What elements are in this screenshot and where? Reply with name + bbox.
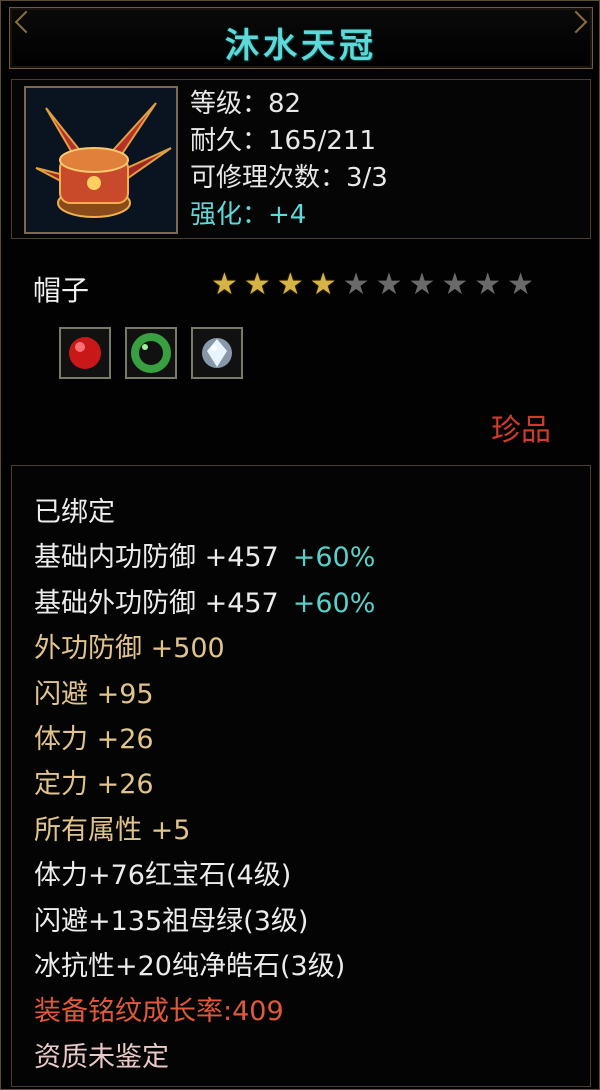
gem-slots <box>59 327 243 379</box>
title-bar: 沐水天冠 <box>9 7 593 69</box>
item-tooltip: 沐水天冠 等级：82 耐久：165/211 可修理次数：3/3 强化：+4 帽子 <box>0 0 600 1090</box>
attr-stamina: 体力 +26 <box>34 724 154 756</box>
info-panel: 等级：82 耐久：165/211 可修理次数：3/3 强化：+4 <box>11 79 591 239</box>
star-rating: ★ ★ ★ ★ ★ ★ ★ ★ ★ ★ <box>211 269 534 301</box>
star-icon: ★ <box>211 267 238 302</box>
item-icon <box>24 86 178 234</box>
aptitude-status: 资质未鉴定 <box>34 1041 169 1073</box>
attribute-panel: 已绑定 基础内功防御 +457 +60% 基础外功防御 +457 +60% 外功防御… <box>11 465 591 1087</box>
gem-attr-emerald: 闪避+135祖母绿(3级) <box>34 905 309 937</box>
diamond-gem-icon <box>202 338 232 368</box>
attr-all: 所有属性 +5 <box>34 814 191 846</box>
item-type: 帽子 <box>33 274 90 307</box>
star-icon: ★ <box>375 267 403 302</box>
attr-dodge: 闪避 +95 <box>34 678 154 710</box>
rarity-label: 珍品 <box>491 413 551 448</box>
gem-slot[interactable] <box>191 327 243 379</box>
star-icon: ★ <box>243 267 271 302</box>
repair-count-stat: 可修理次数：3/3 <box>190 163 388 193</box>
gem-attr-diamond: 冰抗性+20纯净皓石(3级) <box>34 951 346 983</box>
ruby-gem-icon <box>69 337 101 369</box>
stats-block: 等级：82 耐久：165/211 可修理次数：3/3 强化：+4 <box>190 86 388 234</box>
gem-attr-ruby: 体力+76红宝石(4级) <box>34 860 292 892</box>
attr-outer-def: 外功防御 +500 <box>34 633 225 665</box>
helmet-icon <box>26 88 176 232</box>
star-icon: ★ <box>342 267 370 302</box>
bound-status: 已绑定 <box>34 497 115 528</box>
star-icon: ★ <box>309 267 337 302</box>
enhance-stat: 强化：+4 <box>190 200 307 230</box>
star-icon: ★ <box>441 267 469 302</box>
attr-base-outer-def: 基础外功防御 +457 +60% <box>34 587 376 619</box>
star-icon: ★ <box>276 267 304 302</box>
durability-stat: 耐久：165/211 <box>190 126 377 156</box>
gem-slot[interactable] <box>59 327 111 379</box>
star-icon: ★ <box>507 267 535 302</box>
level-stat: 等级：82 <box>190 89 302 119</box>
emerald-gem-icon <box>131 333 171 373</box>
attr-base-inner-def: 基础内功防御 +457 +60% <box>34 542 376 574</box>
gem-slot[interactable] <box>125 327 177 379</box>
star-icon: ★ <box>408 267 436 302</box>
attr-focus: 定力 +26 <box>34 769 154 801</box>
star-icon: ★ <box>474 267 502 302</box>
item-name: 沐水天冠 <box>225 26 377 66</box>
attribute-list: 已绑定 基础内功防御 +457 +60% 基础外功防御 +457 +60% 外功防御… <box>34 490 375 1080</box>
growth-rate: 装备铭纹成长率:409 <box>34 996 284 1028</box>
